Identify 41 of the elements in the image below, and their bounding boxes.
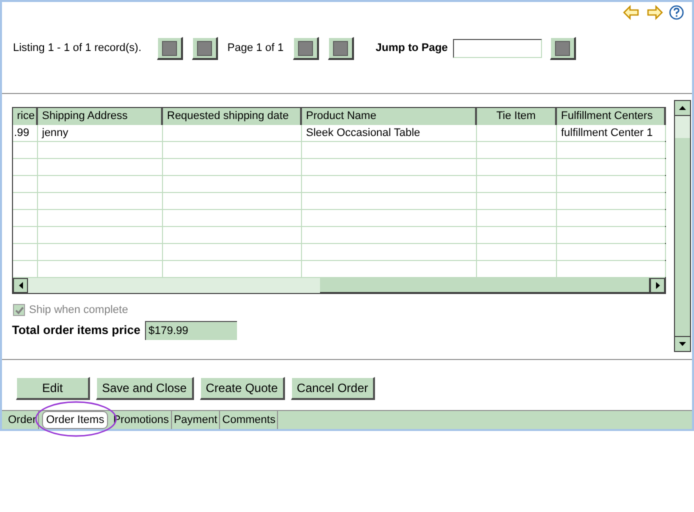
table-cell: .99 — [13, 125, 38, 141]
up-arrow-icon — [679, 106, 686, 110]
column-header[interactable]: Fulfillment Centers — [557, 108, 666, 125]
tab[interactable]: Order — [6, 411, 40, 429]
nav-button[interactable] — [157, 37, 184, 60]
tab[interactable]: Payment — [172, 411, 220, 429]
horizontal-scrollbar[interactable] — [13, 278, 665, 293]
column-header[interactable]: Product Name — [302, 108, 477, 125]
scroll-up-button[interactable] — [674, 100, 691, 116]
tab[interactable]: Comments — [220, 411, 278, 429]
column-header[interactable]: rice — [13, 108, 38, 125]
column-header[interactable]: Tie Item — [477, 108, 557, 125]
table-cell: jenny — [38, 125, 163, 141]
ship-when-complete-label: Ship when complete — [29, 303, 128, 318]
table-cell: Sleek Occasional Table — [302, 125, 477, 141]
right-arrow-icon — [656, 282, 660, 289]
nav-button[interactable] — [550, 37, 576, 60]
back-arrow-icon[interactable] — [623, 5, 640, 20]
column-header[interactable]: Shipping Address — [38, 108, 163, 125]
nav-button[interactable] — [292, 37, 319, 60]
forward-arrow-icon[interactable] — [646, 5, 663, 20]
column-header[interactable]: Requested shipping date — [163, 108, 302, 125]
jump-to-page-field[interactable] — [452, 39, 542, 58]
total-price-field: $179.99 — [145, 320, 238, 340]
nav-button[interactable] — [192, 37, 218, 60]
left-arrow-icon — [18, 282, 22, 289]
tab[interactable]: Order Items — [42, 411, 108, 429]
help-icon[interactable] — [669, 5, 684, 20]
total-label: Total order items price — [12, 322, 140, 339]
action-button[interactable]: Save and Close — [96, 376, 194, 400]
jump-to-page-label: Jump to Page — [376, 41, 448, 56]
action-button[interactable]: Cancel Order — [290, 376, 376, 400]
action-button[interactable]: Edit — [16, 376, 90, 400]
nav-button[interactable] — [328, 37, 354, 60]
listing-text: Listing 1 - 1 of 1 record(s). — [13, 41, 142, 56]
down-arrow-icon — [679, 342, 686, 346]
page-text: Page 1 of 1 — [227, 41, 284, 56]
scrollbar-thumb[interactable] — [674, 138, 691, 336]
table-cell: fulfillment Center 1 — [557, 125, 666, 141]
scroll-down-button[interactable] — [674, 336, 691, 352]
action-button[interactable]: Create Quote — [200, 376, 285, 400]
